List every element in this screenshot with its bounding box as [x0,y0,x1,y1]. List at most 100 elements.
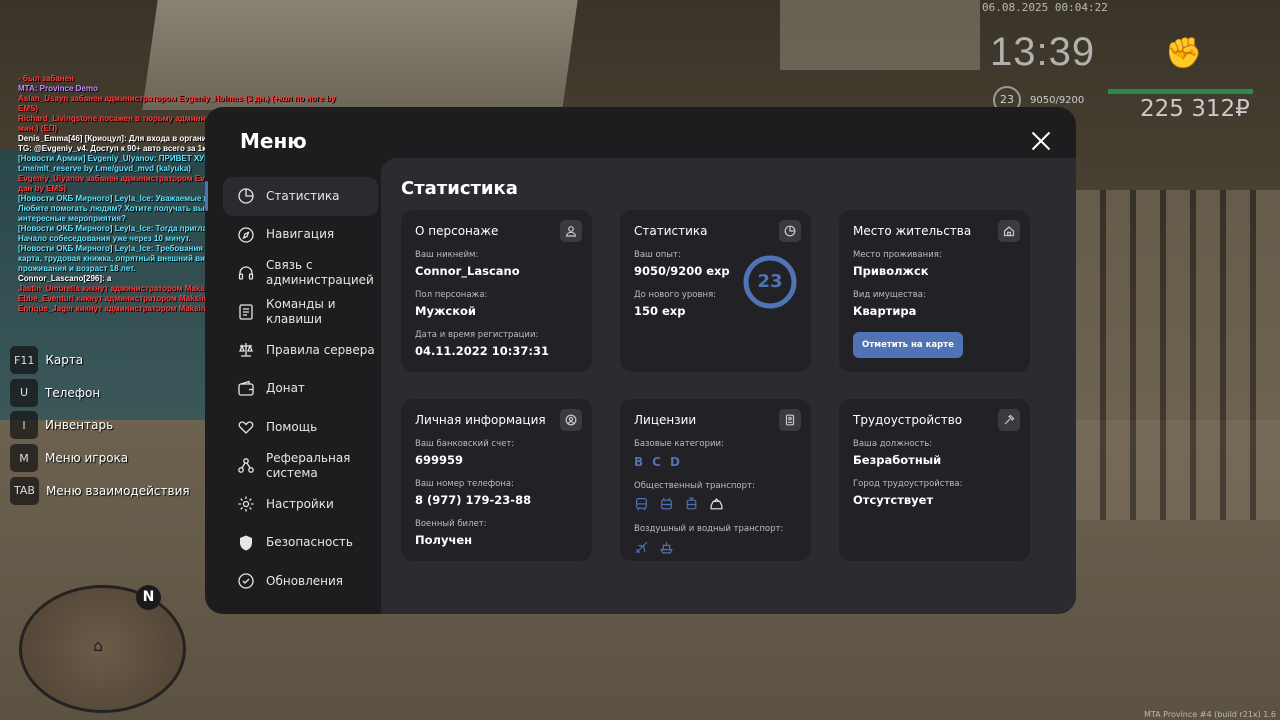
field-label: Базовые категории: [634,439,724,449]
registration-value: 04.11.2022 10:37:31 [415,344,549,358]
compass-icon [237,226,255,244]
shield-icon [237,534,255,552]
sidebar-item-gear[interactable]: Настройки [223,485,378,524]
document-icon [779,409,801,431]
level-number: 23 [757,271,783,292]
keybind-key: I [10,411,38,440]
card-statistics: Статистика Ваш опыт: 9050/9200 exp До но… [620,210,811,372]
field-label: Ваша должность: [853,439,933,449]
job-city-value: Отсутствует [853,493,934,507]
keybind-key: F11 [10,346,39,374]
keybind-row: M Меню игрока [10,444,190,473]
public-transport-licenses [634,497,797,512]
sidebar-item-heart-hands[interactable]: Помощь [223,408,378,447]
position-value: Безработный [853,453,942,467]
scales-icon [237,341,255,359]
keybind-row: U Телефон [10,378,190,407]
sidebar-item-label: Настройки [266,496,334,511]
plane-icon [635,541,648,554]
menu-sidebar: Статистика Навигация Связь с администрацие… [205,177,378,601]
card-employment: Трудоустройство Ваша должность: Безработ… [839,399,1030,561]
sidebar-item-label: Статистика [266,188,340,203]
fist-icon: ✊ [1165,36,1203,71]
trolleybus-icon [661,497,672,510]
user-icon [560,220,582,242]
keybind-row: I Инвентарь [10,411,190,440]
card-title: Статистика [634,224,708,238]
field-label: Место проживания: [853,250,942,260]
field-label: Ваш банковский счет: [415,439,515,449]
card-title: Личная информация [415,413,546,427]
sidebar-item-label: Безопасность [266,535,353,550]
stats-panel: Статистика О персонаже Ваш никнейм: Conn… [381,158,1076,614]
nickname-value: Connor_Lascano [415,264,520,278]
phone-value: 8 (977) 179-23-88 [415,493,532,507]
field-label: Общественный транспорт: [634,481,755,491]
hud-clock: 13:39 [990,30,1096,74]
chat-line: - был забанен [18,74,74,83]
field-label: Воздушный и водный транспорт: [634,524,784,534]
sidebar-item-shield[interactable]: Безопасность [223,524,378,563]
keybind-key: TAB [10,476,39,505]
field-label: Дата и время регистрации: [415,330,539,340]
sidebar-item-keyboard[interactable]: Команды и клавиши [223,293,378,332]
sidebar-item-headset[interactable]: Связь с администрацией [223,254,378,293]
bus-icon [636,498,647,511]
referral-icon [237,457,255,475]
sidebar-item-label: Помощь [266,419,318,434]
license-category: B [634,455,644,469]
minimap-north-icon: N [136,585,161,610]
sidebar-item-pie-chart[interactable]: Статистика [205,177,378,216]
license-category: D [669,455,680,469]
stats-title: Статистика [401,178,518,199]
residence-value: Приволжск [853,264,929,278]
card-title: Лицензии [634,413,697,427]
sidebar-item-referral[interactable]: Реферальная система [223,447,378,486]
field-label: Город трудоустройства: [853,479,963,489]
card-personal: Личная информация Ваш банковский счет: 6… [401,399,592,561]
sidebar-item-refresh[interactable]: Обновления [223,562,378,601]
pie-chart-icon [237,187,255,205]
sidebar-item-label: Навигация [266,227,335,242]
sidebar-item-wallet[interactable]: Донат [223,370,378,409]
keybind-row: F11 Карта [10,346,190,374]
hud-money: 225 312₽ [1140,96,1250,122]
hud-datetime: 06.08.2025 00:04:22 [982,1,1108,14]
menu-modal: Меню Статистика Навигация Связь с админист… [205,107,1076,614]
air-water-licenses [634,540,797,555]
bank-value: 699959 [415,453,464,467]
sidebar-item-scales[interactable]: Правила сервера [223,331,378,370]
build-version: MTA Province #4 (build r21x) 1.6 [1143,710,1276,719]
field-label: Вид имущества: [853,290,926,300]
field-label: Ваш никнейм: [415,250,479,260]
keybind-label: Карта [45,353,84,367]
sidebar-item-compass[interactable]: Навигация [223,216,378,255]
keybind-label: Инвентарь [45,418,114,433]
close-button[interactable] [1029,129,1053,153]
card-residence: Место жительства Место проживания: Приво… [839,210,1030,372]
gear-icon [237,495,255,513]
property-value: Квартира [853,304,917,318]
home-icon [998,220,1020,242]
mark-on-map-button[interactable]: Отметить на карте [853,332,963,358]
keybind-label: Телефон [45,385,101,400]
hud-exp: 9050/9200 [1030,95,1085,106]
heart-hands-icon [237,418,255,436]
sidebar-item-label: Правила сервера [266,342,375,357]
keybind-key: M [10,444,38,473]
sidebar-item-label: Команды и клавиши [266,296,336,326]
keybind-label: Меню взаимодействия [45,483,190,498]
gender-value: Мужской [415,304,476,318]
card-title: Трудоустройство [853,413,963,427]
hammer-icon [998,409,1020,431]
wallet-icon [237,380,255,398]
military-value: Получен [415,533,473,547]
headset-icon [237,264,255,282]
field-label: Военный билет: [415,519,487,529]
scene-cell-bars [1070,190,1280,520]
sidebar-item-label: Связь с администрацией [266,258,374,288]
chat-line: MTA: Province Demo [18,84,98,93]
keybind-list: F11 Карта U Телефон I Инвентарь M Меню игрока TA… [10,346,190,509]
menu-title: Меню [240,129,307,153]
card-licenses: Лицензии Базовые категории: BCD Обществе… [620,399,811,561]
